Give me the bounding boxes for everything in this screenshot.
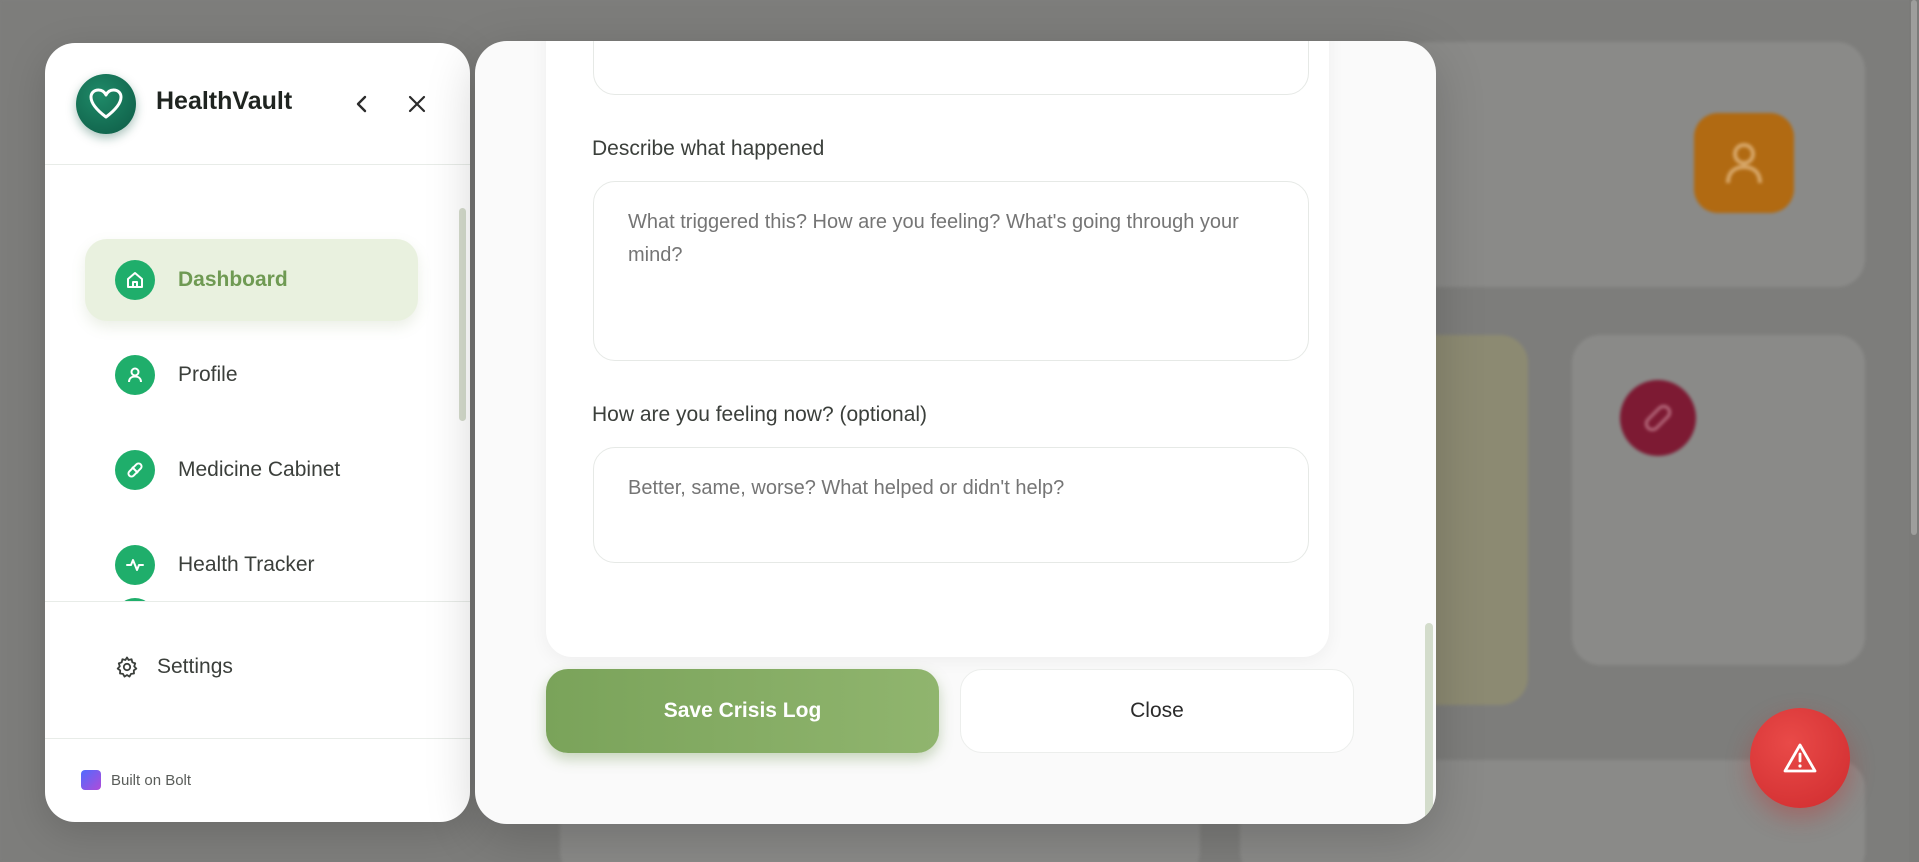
bg-profile-card: [1400, 42, 1865, 287]
activity-icon: [115, 545, 155, 585]
sidebar-item-label: Profile: [178, 363, 238, 386]
feeling-label: How are you feeling now? (optional): [592, 403, 928, 426]
close-button[interactable]: Close: [960, 669, 1354, 753]
warning-icon: [1783, 743, 1817, 773]
close-sidebar-button[interactable]: [402, 89, 432, 119]
collapse-sidebar-button[interactable]: [347, 89, 377, 119]
page-scrollbar-thumb[interactable]: [1911, 0, 1917, 535]
bolt-logo-icon: [81, 770, 101, 790]
pill-icon: [1644, 404, 1672, 432]
page-scrollbar[interactable]: [1909, 0, 1919, 862]
settings-label: Settings: [157, 655, 233, 678]
sidebar-item-label: Medicine Cabinet: [178, 458, 341, 481]
pill-icon: [115, 450, 155, 490]
modal-scrollbar[interactable]: [1425, 623, 1433, 823]
bg-pill-tile: [1620, 380, 1696, 456]
sidebar-item-label: Dashboard: [178, 268, 288, 291]
save-crisis-log-button[interactable]: Save Crisis Log: [546, 669, 939, 753]
sidebar-nav: Dashboard Profile Medicine Cabinet Healt…: [45, 166, 470, 601]
sidebar: HealthVault Dashboard Profile Medicine C…: [45, 43, 470, 822]
built-on-bolt-badge[interactable]: Built on Bolt: [81, 770, 191, 790]
brand-name: HealthVault: [156, 87, 293, 115]
sidebar-item-health-tracker[interactable]: Health Tracker: [85, 524, 418, 601]
describe-textarea[interactable]: [593, 181, 1309, 361]
sidebar-item-dashboard[interactable]: Dashboard: [85, 239, 418, 321]
built-on-label: Built on Bolt: [111, 771, 192, 789]
bg-user-tile: [1694, 113, 1794, 213]
close-icon: [408, 95, 426, 113]
sidebar-item-medicine-cabinet[interactable]: Medicine Cabinet: [85, 429, 418, 511]
emergency-button[interactable]: [1750, 708, 1850, 808]
chevron-left-icon: [356, 95, 367, 113]
gear-icon: [116, 656, 138, 678]
home-icon: [115, 260, 155, 300]
describe-label: Describe what happened: [592, 137, 825, 160]
feeling-textarea[interactable]: [593, 447, 1309, 563]
bg-medicines-card: [1572, 335, 1865, 665]
sidebar-scrollbar[interactable]: [459, 208, 466, 421]
heart-icon: [89, 88, 123, 119]
app-logo: [76, 74, 136, 134]
sidebar-header: HealthVault: [45, 43, 470, 165]
sidebar-item-profile[interactable]: Profile: [85, 334, 418, 416]
settings-button[interactable]: Settings: [115, 647, 233, 687]
previous-field[interactable]: [593, 41, 1309, 95]
sidebar-footer: Settings: [45, 601, 470, 739]
user-icon: [115, 355, 155, 395]
crisis-log-modal: Describe what happened How are you feeli…: [475, 41, 1436, 824]
user-icon: [1726, 143, 1762, 184]
sidebar-item-label: Health Tracker: [178, 553, 315, 576]
